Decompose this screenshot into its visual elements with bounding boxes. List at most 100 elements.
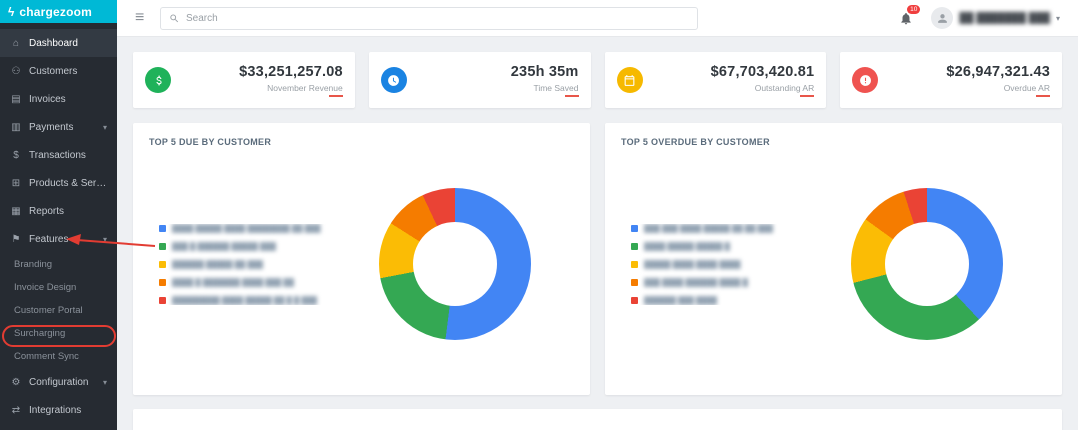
brand-name: chargezoom	[19, 4, 93, 19]
panel-title: TOP 5 DUE BY CUSTOMER	[149, 137, 272, 147]
search-icon	[170, 14, 179, 22]
kpi-body: $67,703,420.81 Outstanding AR	[711, 64, 815, 97]
sidebar-item-branding[interactable]: Branding	[0, 253, 117, 276]
sidebar-item-products-services[interactable]: ⊞ Products & Services	[0, 169, 117, 197]
sidebar-item-integrations[interactable]: ⇄ Integrations	[0, 396, 117, 424]
kpi-body: $26,947,321.43 Overdue AR	[946, 64, 1050, 97]
sidebar-item-label: Reports	[29, 205, 65, 217]
kpi-accent	[564, 94, 579, 97]
legend-item: ████ █████ █████ █	[631, 242, 808, 251]
kpi-label: November Revenue	[267, 82, 343, 93]
features-icon: ⚑	[11, 233, 21, 245]
sidebar-item-label: Dashboard	[29, 37, 78, 49]
kpi-body: 235h 35m Time Saved	[511, 64, 579, 97]
legend-item: ██████ ███ ████	[631, 296, 808, 305]
sidebar-item-invoice-design[interactable]: Invoice Design	[0, 276, 117, 299]
sidebar-item-label: Comment Sync	[14, 351, 79, 362]
panel-body: ████ █████ ████ ████████ ██ ███ ███ █ ███…	[149, 147, 574, 381]
sidebar-item-surcharging[interactable]: Surcharging	[0, 322, 117, 345]
kpi-body: $33,251,257.08 November Revenue	[239, 64, 343, 97]
search-input[interactable]	[185, 12, 690, 24]
legend-swatch	[159, 260, 166, 268]
kpi-row: $33,251,257.08 November Revenue 235h 35m Ti…	[133, 52, 1062, 108]
search-box[interactable]	[160, 6, 699, 30]
legend-label: ████ █████ ████ ████████ ██ ███	[172, 223, 321, 233]
sidebar-item-label: Branding	[14, 259, 53, 270]
sidebar-item-transactions[interactable]: $ Transactions	[0, 141, 117, 169]
legend-swatch	[159, 278, 166, 286]
legend-swatch	[631, 278, 638, 286]
topbar-right: 10 ██ ███████ ███ ▾	[899, 4, 1060, 29]
sidebar-item-dashboard[interactable]: ⌂ Dashboard	[0, 29, 117, 57]
sidebar-item-label: Invoices	[29, 93, 66, 105]
notifications-button[interactable]: 10	[899, 4, 921, 26]
legend-item: ████ █ ███████ ████ ███ ██	[159, 278, 336, 287]
sidebar-item-label: Surcharging	[14, 328, 66, 339]
sidebar-item-customers[interactable]: ⚇ Customers	[0, 57, 117, 85]
donut-chart	[851, 188, 1003, 340]
payments-icon: ▥	[11, 121, 21, 133]
sidebar-item-payments[interactable]: ▥ Payments ▾	[0, 113, 117, 141]
chevron-down-icon: ▾	[1055, 13, 1060, 23]
legend-label: ████ █ ███████ ████ ███ ██	[172, 277, 295, 287]
sidebar-item-reports[interactable]: ▦ Reports	[0, 197, 117, 225]
sidebar-item-label: Invoice Design	[14, 282, 77, 293]
legend-swatch	[631, 242, 638, 250]
topbar: ≡ 10 ██ ███████ ███ ▾	[117, 0, 1078, 37]
chart-legend: ███ ███ ████ █████ ██ ██ ███ ████ █████ █…	[621, 224, 808, 305]
user-name: ██ ███████ ███	[959, 12, 1050, 24]
sidebar-item-label: Payments	[29, 121, 74, 133]
kpi-accent	[800, 94, 815, 97]
kpi-value: 235h 35m	[510, 63, 579, 80]
sidebar-item-configuration[interactable]: ⚙ Configuration ▾	[0, 368, 117, 396]
sidebar-item-label: Integrations	[29, 404, 82, 416]
legend-label: ███ ███ ████ █████ ██ ██ ███	[644, 223, 774, 233]
products-icon: ⊞	[11, 177, 21, 189]
sidebar-item-label: Features	[29, 233, 69, 245]
legend-label: ███ █ ██████ █████ ███	[172, 241, 276, 251]
legend-swatch	[159, 242, 166, 250]
avatar	[931, 7, 954, 29]
sidebar-item-label: Customers	[29, 65, 78, 77]
kpi-value: $33,251,257.08	[239, 63, 343, 80]
sidebar-item-features[interactable]: ⚑ Features ▾	[0, 225, 117, 253]
legend-item: ███ ███ ████ █████ ██ ██ ███	[631, 224, 808, 233]
legend-swatch	[631, 224, 638, 232]
charts-row: TOP 5 DUE BY CUSTOMER ████ █████ ████ ██…	[133, 123, 1062, 395]
legend-swatch	[159, 296, 166, 304]
kpi-card-time-saved: 235h 35m Time Saved	[368, 52, 591, 108]
kpi-label: Time Saved	[533, 82, 579, 93]
sidebar-nav: ⌂ Dashboard ⚇ Customers ▤ Invoices ▥ Payments ▾ $…	[0, 23, 117, 424]
sidebar: ϟ chargezoom ⌂ Dashboard ⚇ Customers ▤ Invoic…	[0, 0, 117, 430]
chart-panel: TOP 5 DUE BY CUSTOMER ████ █████ ████ ██…	[133, 123, 590, 395]
user-icon	[938, 13, 947, 23]
donut-hole	[413, 222, 497, 306]
legend-item: ███ █ ██████ █████ ███	[159, 242, 336, 251]
kpi-label: Overdue AR	[1003, 82, 1050, 93]
revenue-icon	[145, 67, 171, 93]
sidebar-item-label: Customer Portal	[14, 305, 83, 316]
calendar-icon	[616, 67, 643, 93]
kpi-card-november-revenue: $33,251,257.08 November Revenue	[133, 52, 355, 108]
donut-wrap	[808, 188, 1046, 340]
sidebar-item-comment-sync[interactable]: Comment Sync	[0, 345, 117, 368]
main-content: $33,251,257.08 November Revenue 235h 35m Ti…	[117, 37, 1078, 430]
kpi-accent	[328, 94, 343, 97]
legend-label: ████ █████ █████ █	[644, 241, 730, 251]
transactions-icon: $	[13, 149, 19, 161]
integrations-icon: ⇄	[11, 404, 21, 416]
brand-logo-icon: ϟ	[8, 4, 15, 19]
sidebar-item-customer-portal[interactable]: Customer Portal	[0, 299, 117, 322]
hamburger-menu-icon[interactable]: ≡	[135, 10, 144, 26]
legend-item: █████████ ████ █████ ██ █ █ ███	[159, 296, 336, 305]
legend-label: █████ ████ ████ ████	[644, 259, 741, 269]
kpi-accent	[1036, 94, 1050, 97]
user-menu[interactable]: ██ ███████ ███ ▾	[931, 7, 1060, 29]
notification-badge: 10	[907, 4, 921, 15]
brand-logo[interactable]: ϟ chargezoom	[0, 0, 117, 23]
sidebar-item-invoices[interactable]: ▤ Invoices	[0, 85, 117, 113]
panel-body: ███ ███ ████ █████ ██ ██ ███ ████ █████ █…	[621, 147, 1046, 381]
legend-label: ██████ ███ ████	[644, 295, 718, 305]
sidebar-item-label: Transactions	[29, 149, 86, 161]
bottom-panel	[133, 409, 1062, 430]
